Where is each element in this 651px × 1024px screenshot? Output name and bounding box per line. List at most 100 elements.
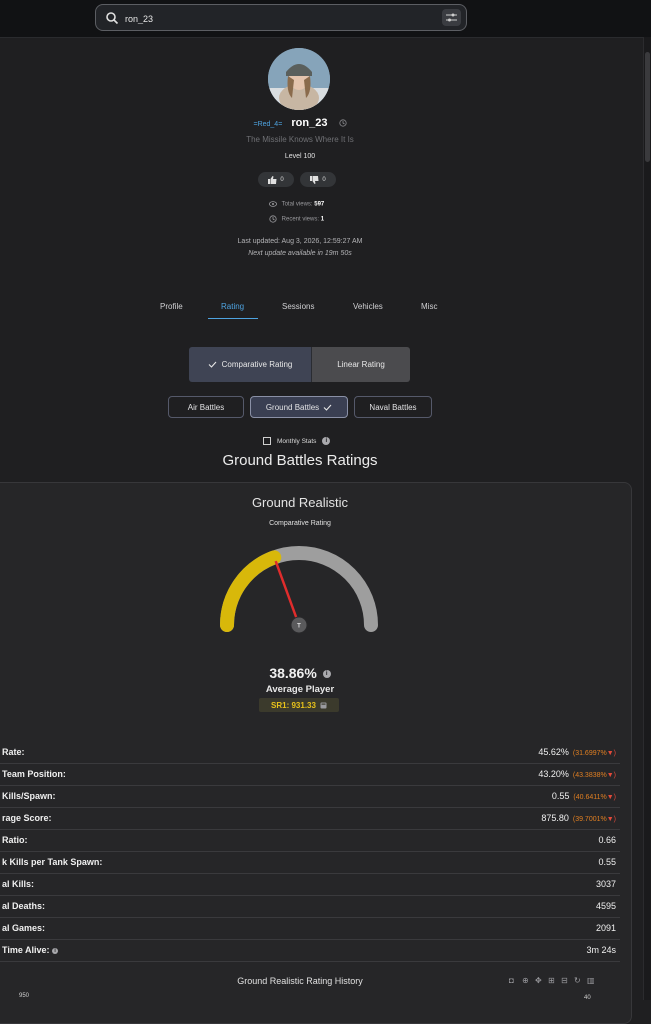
info-icon[interactable]: i [52, 947, 59, 954]
gauge-fill [220, 550, 282, 632]
recent-views-value: 1 [320, 216, 325, 223]
bar-chart-icon[interactable]: ▥ [587, 977, 595, 985]
like-count: 0 [280, 176, 284, 183]
ground-battles-button[interactable]: Ground Battles [250, 396, 348, 418]
stat-row: Kills/Spawn: 0.55 (40.6411%▼) [0, 785, 620, 808]
last-updated: Last updated: Aug 3, 2026, 12:59:27 AM [237, 238, 363, 245]
like-button[interactable]: 0 [258, 172, 294, 187]
dislike-button[interactable]: 0 [300, 172, 336, 187]
card-title: Ground Realistic [251, 495, 349, 510]
camera-icon[interactable]: ◘ [509, 977, 517, 985]
down-arrow-icon: ▼) [606, 772, 616, 779]
avatar [268, 48, 330, 110]
total-views: Total views: 597 [269, 201, 324, 208]
recent-views: Recent views: 1 [269, 215, 324, 223]
air-battles-button[interactable]: Air Battles [168, 396, 244, 418]
tab-vehicles[interactable]: Vehicles [353, 302, 383, 311]
gauge-track [220, 546, 378, 632]
stat-row: al Deaths: 4595 [0, 895, 620, 918]
stat-value: 0.55 [551, 791, 570, 801]
search-icon [106, 12, 119, 25]
stat-value: 3037 [595, 879, 616, 889]
calculator-icon[interactable] [320, 702, 327, 709]
sr1-value: SR1: 931.33 [271, 700, 316, 710]
rating-gauge: T [220, 546, 378, 634]
stat-label: al Games: [2, 923, 46, 933]
section-title: Ground Battles Ratings [222, 452, 378, 469]
zoom-out-icon[interactable]: ⊟ [561, 977, 569, 985]
stat-label: k Kills per Tank Spawn: [2, 857, 103, 867]
thumbs-up-icon [268, 175, 277, 184]
monthly-stats-toggle: Monthly Stats i [263, 437, 331, 445]
card-subtitle: Comparative Rating [269, 520, 331, 527]
stat-row: al Games: 2091 [0, 917, 620, 940]
stat-label: Kills/Spawn: [2, 791, 56, 801]
stat-value: 0.66 [598, 835, 616, 845]
y-axis-tick: 40 [584, 995, 591, 1001]
total-views-value: 597 [314, 201, 325, 208]
info-icon[interactable]: i [322, 670, 331, 679]
stat-value: 4595 [595, 901, 616, 911]
active-tab-indicator [208, 318, 258, 319]
tab-rating[interactable]: Rating [221, 302, 244, 311]
down-arrow-icon: ▼) [606, 794, 616, 801]
stat-row: Ratio: 0.66 [0, 829, 620, 852]
player-name-row: =Red_4= ron_23 [0, 117, 600, 129]
filter-button[interactable] [442, 9, 461, 26]
stat-row: Time Alive: i 3m 24s [0, 939, 620, 962]
scrollbar-track[interactable] [643, 37, 651, 1000]
stat-change: (40.6411% [573, 794, 607, 801]
monthly-stats-label: Monthly Stats [277, 437, 317, 445]
y-axis-tick: 950 [19, 993, 30, 999]
reset-icon[interactable]: ↻ [574, 977, 582, 985]
search-bar[interactable] [95, 4, 467, 31]
pan-icon[interactable]: ✥ [535, 977, 543, 985]
naval-battles-label: Naval Battles [369, 402, 417, 412]
clan-tag[interactable]: =Red_4= [253, 121, 282, 128]
recent-views-label: Recent views: [281, 216, 320, 223]
top-bar [0, 0, 651, 38]
stat-value: 2091 [595, 923, 616, 933]
clock-icon [269, 215, 277, 223]
stat-change: (31.6997% [572, 750, 607, 757]
zoom-icon[interactable]: ⊕ [522, 977, 530, 985]
rating-type-toggle: Comparative Rating Linear Rating [189, 347, 410, 382]
stat-label: Ratio: [2, 835, 28, 845]
username: ron_23 [291, 117, 328, 129]
stat-row: rage Score: 875.80 (39.7001%▼) [0, 807, 620, 830]
monthly-stats-checkbox[interactable] [263, 437, 271, 445]
down-arrow-icon: ▼) [606, 750, 616, 757]
rating-percent-value: 38.86% [269, 665, 317, 681]
info-icon[interactable]: i [322, 437, 331, 445]
chart-toolbar: ◘ ⊕ ✥ ⊞ ⊟ ↻ ▥ [509, 977, 595, 985]
zoom-in-icon[interactable]: ⊞ [548, 977, 556, 985]
stat-value: 3m 24s [586, 945, 616, 955]
stat-value: 43.20% [538, 769, 569, 779]
gauge-pivot-label: T [297, 624, 301, 630]
naval-battles-button[interactable]: Naval Battles [354, 396, 432, 418]
tab-sessions[interactable]: Sessions [282, 302, 314, 311]
eye-icon [269, 201, 277, 207]
tab-profile[interactable]: Profile [160, 302, 183, 311]
rating-percent: 38.86% i [0, 665, 600, 681]
search-input[interactable] [123, 9, 427, 29]
linear-rating-button[interactable]: Linear Rating [312, 347, 410, 382]
tab-misc[interactable]: Misc [421, 302, 437, 311]
thumbs-down-icon [310, 175, 319, 184]
stat-row: Rate: 45.62% (31.6997%▼) [0, 741, 620, 764]
sr1-badge: SR1: 931.33 [259, 698, 339, 712]
vote-buttons: 0 0 [258, 172, 336, 187]
stat-label: Time Alive: i [2, 945, 59, 955]
stat-label: rage Score: [2, 813, 52, 823]
comparative-rating-button[interactable]: Comparative Rating [189, 347, 312, 382]
history-icon[interactable] [338, 119, 347, 127]
ground-battles-label: Ground Battles [265, 402, 320, 412]
stat-label: al Kills: [2, 879, 35, 889]
stat-change: (43.3838% [572, 772, 607, 779]
scrollbar-thumb[interactable] [645, 52, 650, 162]
stat-row: k Kills per Tank Spawn: 0.55 [0, 851, 620, 874]
stat-label: Rate: [2, 747, 25, 757]
stat-row: Team Position: 43.20% (43.3838%▼) [0, 763, 620, 786]
stat-row: al Kills: 3037 [0, 873, 620, 896]
stat-label: Team Position: [2, 769, 66, 779]
